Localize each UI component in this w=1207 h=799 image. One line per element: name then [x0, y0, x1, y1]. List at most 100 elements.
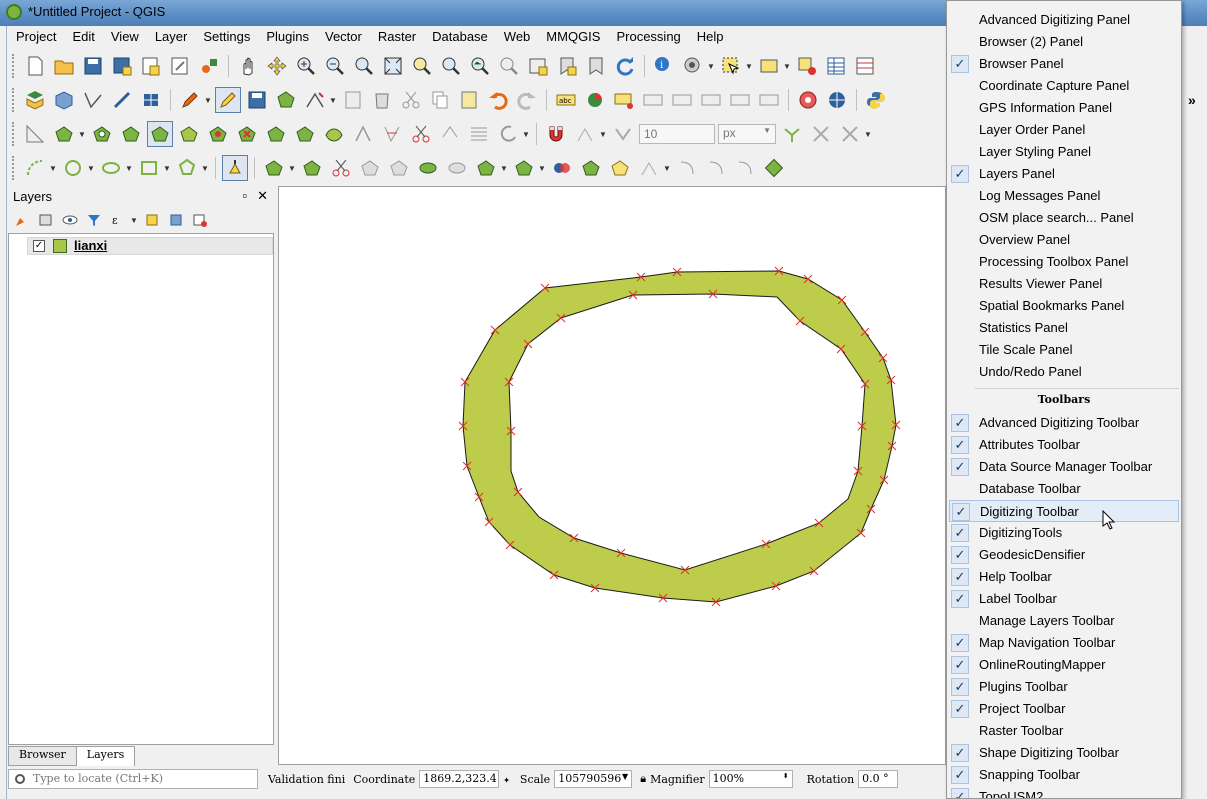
toolbar-handle[interactable] — [12, 54, 16, 78]
chevron-down-icon[interactable]: ▼ — [163, 164, 171, 173]
snap-intersections-icon[interactable] — [837, 121, 863, 147]
menu-item-panel[interactable]: Processing Toolbox Panel — [947, 251, 1181, 273]
undo-icon[interactable] — [485, 87, 511, 113]
pin-labels-icon[interactable] — [611, 87, 637, 113]
menu-item-toolbar[interactable]: ✓ Map Navigation Toolbar — [947, 632, 1181, 654]
add-polygon-icon[interactable] — [273, 87, 299, 113]
snapping-magnet-icon[interactable] — [543, 121, 569, 147]
show-hide-labels-icon[interactable] — [669, 87, 695, 113]
menu-item-panel[interactable]: Layer Styling Panel — [947, 141, 1181, 163]
zoom-in-icon[interactable] — [293, 53, 319, 79]
zoom-to-selection-icon[interactable] — [409, 53, 435, 79]
current-edits-icon[interactable] — [177, 87, 203, 113]
menu-item-panel[interactable]: Browser (2) Panel — [947, 31, 1181, 53]
menu-raster[interactable]: Raster — [370, 27, 424, 47]
new-print-layout-icon[interactable] — [138, 53, 164, 79]
chevron-down-icon[interactable]: ▼ — [329, 96, 337, 105]
add-circular-string-icon[interactable] — [22, 155, 48, 181]
split-parts-icon[interactable] — [263, 121, 289, 147]
move-node-icon[interactable] — [607, 155, 633, 181]
select-by-value-icon[interactable] — [756, 53, 782, 79]
menu-item-toolbar[interactable]: ✓ TopoUSM2 — [947, 786, 1181, 798]
menu-item-panel[interactable]: OSM place search... Panel — [947, 207, 1181, 229]
menu-settings[interactable]: Settings — [195, 27, 258, 47]
menu-item-panel[interactable]: Overview Panel — [947, 229, 1181, 251]
digitizing-tools-icon[interactable] — [222, 155, 248, 181]
cut-features-icon[interactable] — [398, 87, 424, 113]
georef-icon[interactable] — [761, 155, 787, 181]
coordinate-field[interactable]: 1869.2,323.4 — [419, 770, 500, 788]
python-console-icon[interactable] — [863, 87, 889, 113]
menu-item-toolbar[interactable]: ✓ Data Source Manager Toolbar — [947, 456, 1181, 478]
menu-item-panel[interactable]: Statistics Panel — [947, 317, 1181, 339]
split-multipart-icon[interactable] — [357, 155, 383, 181]
simplify-feature-icon[interactable] — [495, 121, 521, 147]
layer-visibility-checkbox[interactable]: ✓ — [33, 240, 45, 252]
offset-curve-icon[interactable] — [176, 121, 202, 147]
add-ring-icon[interactable] — [51, 121, 77, 147]
menu-layer[interactable]: Layer — [147, 27, 196, 47]
chevron-down-icon[interactable]: ▼ — [538, 164, 546, 173]
coordinate-toggle-icon[interactable]: ✦ — [503, 773, 510, 786]
redo-icon[interactable] — [514, 87, 540, 113]
zoom-to-layer-icon[interactable] — [438, 53, 464, 79]
chevron-down-icon[interactable]: ▼ — [663, 164, 671, 173]
exchange-geometry-icon[interactable] — [444, 155, 470, 181]
refresh-icon[interactable] — [612, 53, 638, 79]
add-group-icon[interactable] — [36, 210, 56, 230]
pan-icon[interactable] — [235, 53, 261, 79]
menu-item-panel[interactable]: Spatial Bookmarks Panel — [947, 295, 1181, 317]
fill-ring-icon[interactable] — [89, 121, 115, 147]
menu-view[interactable]: View — [103, 27, 147, 47]
add-delimited-icon[interactable] — [109, 87, 135, 113]
zoom-last-icon[interactable] — [467, 53, 493, 79]
multi-edit-icon[interactable] — [549, 155, 575, 181]
add-raster-icon[interactable] — [138, 87, 164, 113]
menu-item-toolbar[interactable]: ✓ Attributes Toolbar — [947, 434, 1181, 456]
menu-item-panel[interactable]: Undo/Redo Panel — [947, 361, 1181, 383]
menu-edit[interactable]: Edit — [64, 27, 102, 47]
menu-database[interactable]: Database — [424, 27, 496, 47]
remove-layer-icon[interactable] — [190, 210, 210, 230]
chevron-down-icon[interactable]: ▼ — [707, 62, 715, 71]
align-rasters-icon[interactable] — [466, 121, 492, 147]
fill-ring-polygon-icon[interactable] — [473, 155, 499, 181]
filter-expression-icon[interactable]: ε — [108, 210, 128, 230]
fill-gap-icon[interactable] — [386, 155, 412, 181]
chevron-down-icon[interactable]: ▼ — [599, 130, 607, 139]
split-with-line-icon[interactable] — [261, 155, 287, 181]
chevron-down-icon[interactable]: ▼ — [130, 216, 138, 225]
menu-item-panel[interactable]: Advanced Digitizing Panel — [947, 9, 1181, 31]
chevron-down-icon[interactable]: ▼ — [87, 164, 95, 173]
expand-all-icon[interactable] — [142, 210, 162, 230]
collapse-all-icon[interactable] — [166, 210, 186, 230]
online-routing-icon[interactable] — [795, 87, 821, 113]
split-polygon-icon[interactable] — [328, 155, 354, 181]
snapping-vertex-icon[interactable] — [572, 121, 598, 147]
copy-features-icon[interactable] — [427, 87, 453, 113]
add-part-icon[interactable] — [118, 121, 144, 147]
chevron-down-icon[interactable]: ▼ — [522, 130, 530, 139]
toolbar-handle[interactable] — [12, 156, 16, 180]
open-project-icon[interactable] — [51, 53, 77, 79]
delete-part-icon[interactable] — [234, 121, 260, 147]
rotate-label-icon[interactable] — [727, 87, 753, 113]
attribute-table-icon[interactable] — [823, 53, 849, 79]
menu-item-panel[interactable]: GPS Information Panel — [947, 97, 1181, 119]
merge-attributes-icon[interactable] — [321, 121, 347, 147]
new-geopackage-icon[interactable] — [51, 87, 77, 113]
statistics-icon[interactable] — [852, 53, 878, 79]
paste-features-icon[interactable] — [456, 87, 482, 113]
add-vector-icon[interactable] — [80, 87, 106, 113]
toggle-editing-icon[interactable] — [215, 87, 241, 113]
menu-item-toolbar[interactable]: ✓ Shape Digitizing Toolbar — [947, 742, 1181, 764]
new-project-icon[interactable] — [22, 53, 48, 79]
simplify-icon[interactable] — [379, 121, 405, 147]
rotation-field[interactable]: 0.0 ° — [858, 770, 899, 788]
save-project-icon[interactable] — [80, 53, 106, 79]
menu-item-toolbar[interactable]: ✓ Advanced Digitizing Toolbar — [947, 412, 1181, 434]
filter-legend-icon[interactable] — [84, 210, 104, 230]
menu-item-toolbar[interactable]: ✓ Project Toolbar — [947, 698, 1181, 720]
chevron-down-icon[interactable]: ▼ — [500, 164, 508, 173]
flip-line-icon[interactable] — [732, 155, 758, 181]
